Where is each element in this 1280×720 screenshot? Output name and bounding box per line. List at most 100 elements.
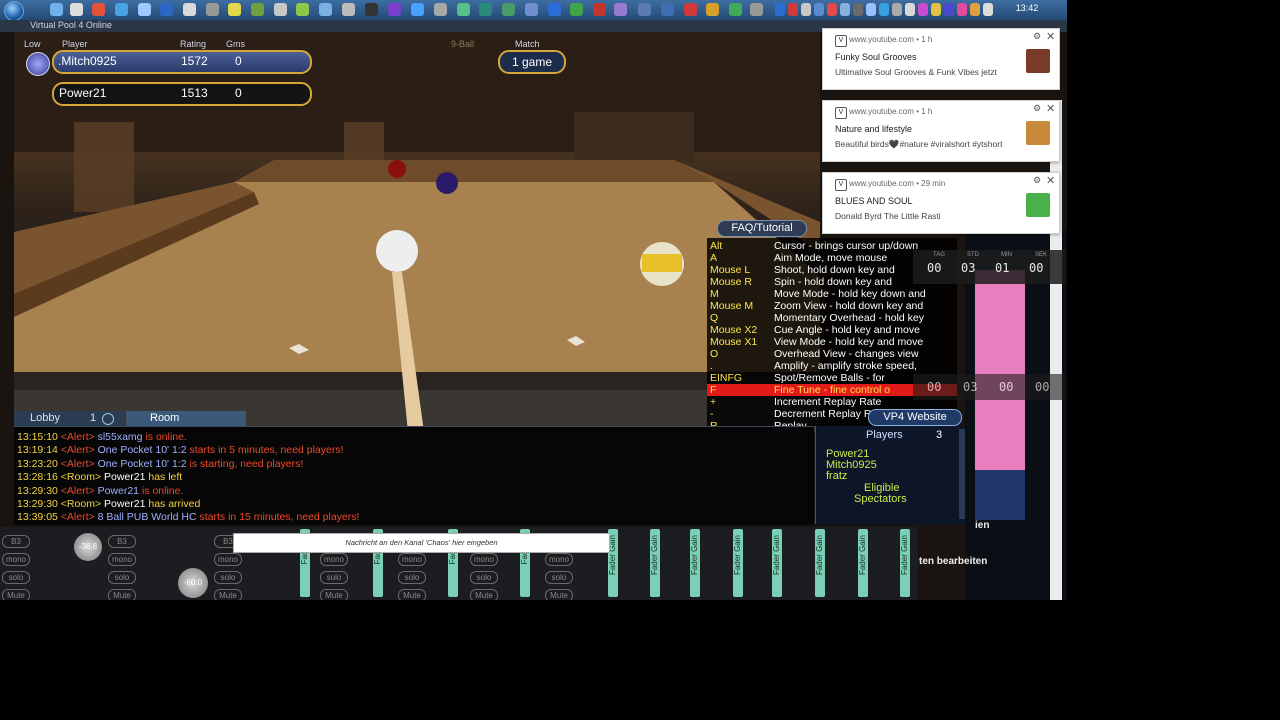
mixer-button[interactable]: Mute [320,589,348,600]
app-icon[interactable] [661,3,674,16]
app-icon[interactable] [457,3,470,16]
tray-icon[interactable] [775,3,785,16]
tray-icon[interactable] [853,3,863,16]
faq-tutorial-button[interactable]: FAQ/Tutorial [717,220,807,237]
app-icon[interactable] [92,3,105,16]
settings-icon[interactable]: ⚙ [1033,175,1041,186]
mixer-button[interactable]: solo [398,571,426,584]
chat-name[interactable]: One Pocket 10' 1:2 [98,444,187,456]
app-icon[interactable] [70,3,83,16]
mixer-button[interactable]: Mute [2,589,30,600]
app-icon[interactable] [479,3,492,16]
mixer-button[interactable]: solo [545,571,573,584]
app-icon[interactable] [638,3,651,16]
mixer-button[interactable]: solo [2,571,30,584]
tray-icon[interactable] [866,3,876,16]
tray-icon[interactable] [840,3,850,16]
notification[interactable]: V www.youtube.com • 1 h ⚙ ✕ Nature and l… [822,100,1060,162]
tray-icon[interactable] [827,3,837,16]
tray-icon[interactable] [905,3,915,16]
tray-icon[interactable] [801,3,811,16]
app-icon[interactable] [548,3,561,16]
app-icon[interactable] [160,3,173,16]
app-icon[interactable] [183,3,196,16]
message-input[interactable]: Nachricht an den Kanal 'Chaos' hier eing… [233,533,610,553]
red-ball[interactable] [388,160,406,178]
close-icon[interactable]: ✕ [1046,102,1055,115]
mixer-button[interactable]: Mute [108,589,136,600]
app-icon[interactable] [614,3,627,16]
tray-icon[interactable] [944,3,954,16]
app-icon[interactable] [319,3,332,16]
fader-slider[interactable]: Fader Gain [815,529,825,597]
app-icon[interactable] [50,3,63,16]
tray-icon[interactable] [814,3,824,16]
app-icon[interactable] [388,3,401,16]
chat-name[interactable]: Power21 [104,471,145,483]
mixer-button[interactable]: Mute [398,589,426,600]
gain-knob[interactable]: -36.8 [74,533,102,561]
app-icon[interactable] [274,3,287,16]
tray-icon[interactable] [788,3,798,16]
app-icon[interactable] [525,3,538,16]
mixer-button[interactable]: Mute [470,589,498,600]
mixer-button[interactable]: mono [108,553,136,566]
settings-icon[interactable]: ⚙ [1033,31,1041,42]
fader-slider[interactable]: Fader Gain [650,529,660,597]
app-icon[interactable] [365,3,378,16]
mixer-button[interactable]: solo [108,571,136,584]
mixer-button[interactable]: solo [214,571,242,584]
tray-icon[interactable] [970,3,980,16]
mixer-button[interactable]: Mute [214,589,242,600]
app-icon[interactable] [706,3,719,16]
fader-slider[interactable]: Fader Gain [858,529,868,597]
mixer-button[interactable]: mono [2,553,30,566]
notification[interactable]: V www.youtube.com • 1 h ⚙ ✕ Funky Soul G… [822,28,1060,90]
tray-icon[interactable] [879,3,889,16]
app-icon[interactable] [593,3,606,16]
mixer-button[interactable]: B3 [2,535,30,548]
mixer-button[interactable]: mono [470,553,498,566]
fader-slider[interactable]: Fader Gain [690,529,700,597]
mixer-button[interactable]: mono [398,553,426,566]
tray-icon[interactable] [931,3,941,16]
app-icon[interactable] [228,3,241,16]
fader-slider[interactable]: Fader Gain [900,529,910,597]
player-list-item[interactable]: fratz [826,470,847,482]
app-icon[interactable] [138,3,151,16]
app-icon[interactable] [296,3,309,16]
chat-name[interactable]: Power21 [98,485,139,497]
mixer-button[interactable]: solo [470,571,498,584]
start-button[interactable] [4,1,24,21]
app-icon[interactable] [570,3,583,16]
mixer-button[interactable]: mono [320,553,348,566]
chat-name[interactable]: Power21 [104,498,145,510]
cue-ball[interactable] [376,230,418,272]
mixer-button[interactable]: B3 [108,535,136,548]
app-icon[interactable] [729,3,742,16]
mixer-button[interactable]: mono [214,553,242,566]
mixer-button[interactable]: solo [320,571,348,584]
app-icon[interactable] [434,3,447,16]
chat-name[interactable]: One Pocket 10' 1:2 [98,458,187,470]
mixer-button[interactable]: Mute [545,589,573,600]
app-icon[interactable] [342,3,355,16]
close-icon[interactable]: ✕ [1046,174,1055,187]
chat-log[interactable]: 13:15:10 <Alert> sl55xamg is online. 13:1… [14,426,814,525]
chat-name[interactable]: 8 Ball PUB World HC [98,511,197,523]
app-icon[interactable] [750,3,763,16]
purple-ball[interactable] [436,172,458,194]
chat-name[interactable]: sl55xamg [98,431,143,443]
tray-icon[interactable] [983,3,993,16]
tab-room[interactable]: Room [126,411,246,426]
app-icon[interactable] [206,3,219,16]
notification[interactable]: V www.youtube.com • 29 min ⚙ ✕ BLUES AND… [822,172,1060,234]
settings-icon[interactable] [102,413,114,425]
fader-slider[interactable]: Fader Gain [733,529,743,597]
app-icon[interactable] [684,3,697,16]
app-icon[interactable] [115,3,128,16]
vp4-website-button[interactable]: VP4 Website [868,409,962,426]
gain-knob[interactable]: -60.0 [178,568,208,598]
tray-icon[interactable] [892,3,902,16]
tray-icon[interactable] [957,3,967,16]
